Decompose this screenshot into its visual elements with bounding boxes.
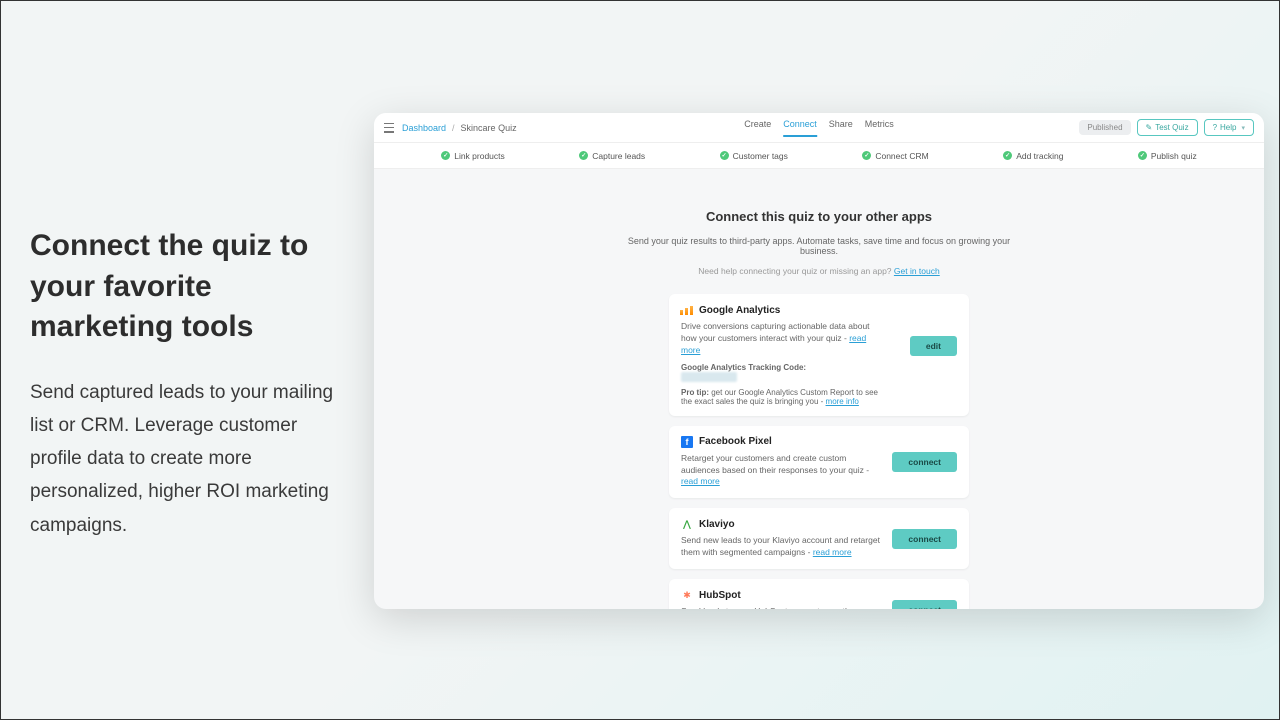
- integration-google-analytics: Google Analytics Drive conversions captu…: [669, 294, 969, 416]
- steps-bar: ✓ Link products ✓ Capture leads ✓ Customer …: [374, 143, 1264, 169]
- edit-button[interactable]: edit: [910, 336, 957, 356]
- help-line: Need help connecting your quiz or missin…: [619, 266, 1019, 276]
- step-add-tracking[interactable]: ✓ Add tracking: [1003, 151, 1063, 161]
- app-window: Dashboard / Skincare Quiz Create Connect…: [374, 113, 1264, 609]
- main-tabs: Create Connect Share Metrics: [744, 119, 894, 137]
- tab-create[interactable]: Create: [744, 119, 771, 137]
- step-connect-crm[interactable]: ✓ Connect CRM: [862, 151, 928, 161]
- help-icon: ?: [1213, 123, 1217, 132]
- tracking-code-label: Google Analytics Tracking Code:: [681, 363, 806, 372]
- published-badge: Published: [1079, 120, 1130, 135]
- breadcrumb-current: Skincare Quiz: [461, 123, 517, 133]
- get-in-touch-link[interactable]: Get in touch: [894, 266, 940, 276]
- integration-hubspot: ✱ HubSpot Send leads to your HubSpot acc…: [669, 579, 969, 609]
- tracking-code-value: [681, 372, 737, 382]
- breadcrumb-sep: /: [452, 123, 455, 133]
- tab-metrics[interactable]: Metrics: [865, 119, 894, 137]
- test-quiz-label: Test Quiz: [1155, 123, 1188, 132]
- integration-klaviyo: ⋀ Klaviyo Send new leads to your Klaviyo…: [669, 508, 969, 569]
- content: Connect this quiz to your other apps Sen…: [374, 169, 1264, 609]
- step-label: Connect CRM: [875, 151, 928, 161]
- topbar: Dashboard / Skincare Quiz Create Connect…: [374, 113, 1264, 143]
- help-label: Help: [1220, 123, 1236, 132]
- edit-icon: ✎: [1146, 123, 1153, 132]
- breadcrumb-root[interactable]: Dashboard: [402, 123, 446, 133]
- connect-button[interactable]: connect: [892, 529, 957, 549]
- integration-name: Facebook Pixel: [699, 436, 772, 447]
- integration-facebook-pixel: f Facebook Pixel Retarget your customers…: [669, 426, 969, 499]
- integration-list: Google Analytics Drive conversions captu…: [669, 294, 969, 609]
- step-link-products[interactable]: ✓ Link products: [441, 151, 505, 161]
- help-button[interactable]: ? Help ▾: [1204, 119, 1254, 136]
- read-more-link[interactable]: read more: [813, 547, 852, 557]
- step-label: Publish quiz: [1151, 151, 1197, 161]
- hubspot-icon: ✱: [681, 589, 693, 601]
- step-label: Capture leads: [592, 151, 645, 161]
- google-analytics-icon: [681, 304, 693, 316]
- step-label: Customer tags: [733, 151, 788, 161]
- check-icon: ✓: [1138, 151, 1147, 160]
- tab-share[interactable]: Share: [829, 119, 853, 137]
- integration-name: Klaviyo: [699, 519, 735, 530]
- check-icon: ✓: [862, 151, 871, 160]
- step-capture-leads[interactable]: ✓ Capture leads: [579, 151, 645, 161]
- integration-name: HubSpot: [699, 590, 741, 601]
- step-label: Link products: [454, 151, 505, 161]
- breadcrumb: Dashboard / Skincare Quiz: [402, 123, 517, 133]
- tab-connect[interactable]: Connect: [783, 119, 817, 137]
- step-publish-quiz[interactable]: ✓ Publish quiz: [1138, 151, 1197, 161]
- read-more-link[interactable]: read more: [681, 476, 720, 486]
- desc-text: Drive conversions capturing actionable d…: [681, 321, 870, 343]
- step-customer-tags[interactable]: ✓ Customer tags: [720, 151, 788, 161]
- desc-text: Send leads to your HubSpot account once …: [681, 606, 859, 609]
- desc-text: Retarget your customers and create custo…: [681, 453, 869, 475]
- test-quiz-button[interactable]: ✎ Test Quiz: [1137, 119, 1198, 136]
- check-icon: ✓: [441, 151, 450, 160]
- page-subtitle: Send your quiz results to third-party ap…: [619, 236, 1019, 256]
- marketing-body: Send captured leads to your mailing list…: [30, 376, 350, 542]
- connect-button[interactable]: connect: [892, 600, 957, 609]
- marketing-headline: Connect the quiz to your favorite market…: [30, 226, 350, 348]
- more-info-link[interactable]: more info: [826, 397, 859, 406]
- top-actions: Published ✎ Test Quiz ? Help ▾: [1079, 119, 1254, 136]
- check-icon: ✓: [720, 151, 729, 160]
- connect-button[interactable]: connect: [892, 452, 957, 472]
- facebook-icon: f: [681, 436, 693, 448]
- chevron-down-icon: ▾: [1241, 124, 1245, 132]
- help-pre: Need help connecting your quiz or missin…: [698, 266, 894, 276]
- integration-name: Google Analytics: [699, 305, 780, 316]
- pro-tip-label: Pro tip:: [681, 388, 709, 397]
- check-icon: ✓: [1003, 151, 1012, 160]
- check-icon: ✓: [579, 151, 588, 160]
- page-title: Connect this quiz to your other apps: [619, 209, 1019, 224]
- klaviyo-icon: ⋀: [681, 518, 693, 530]
- menu-icon[interactable]: [384, 123, 394, 133]
- step-label: Add tracking: [1016, 151, 1063, 161]
